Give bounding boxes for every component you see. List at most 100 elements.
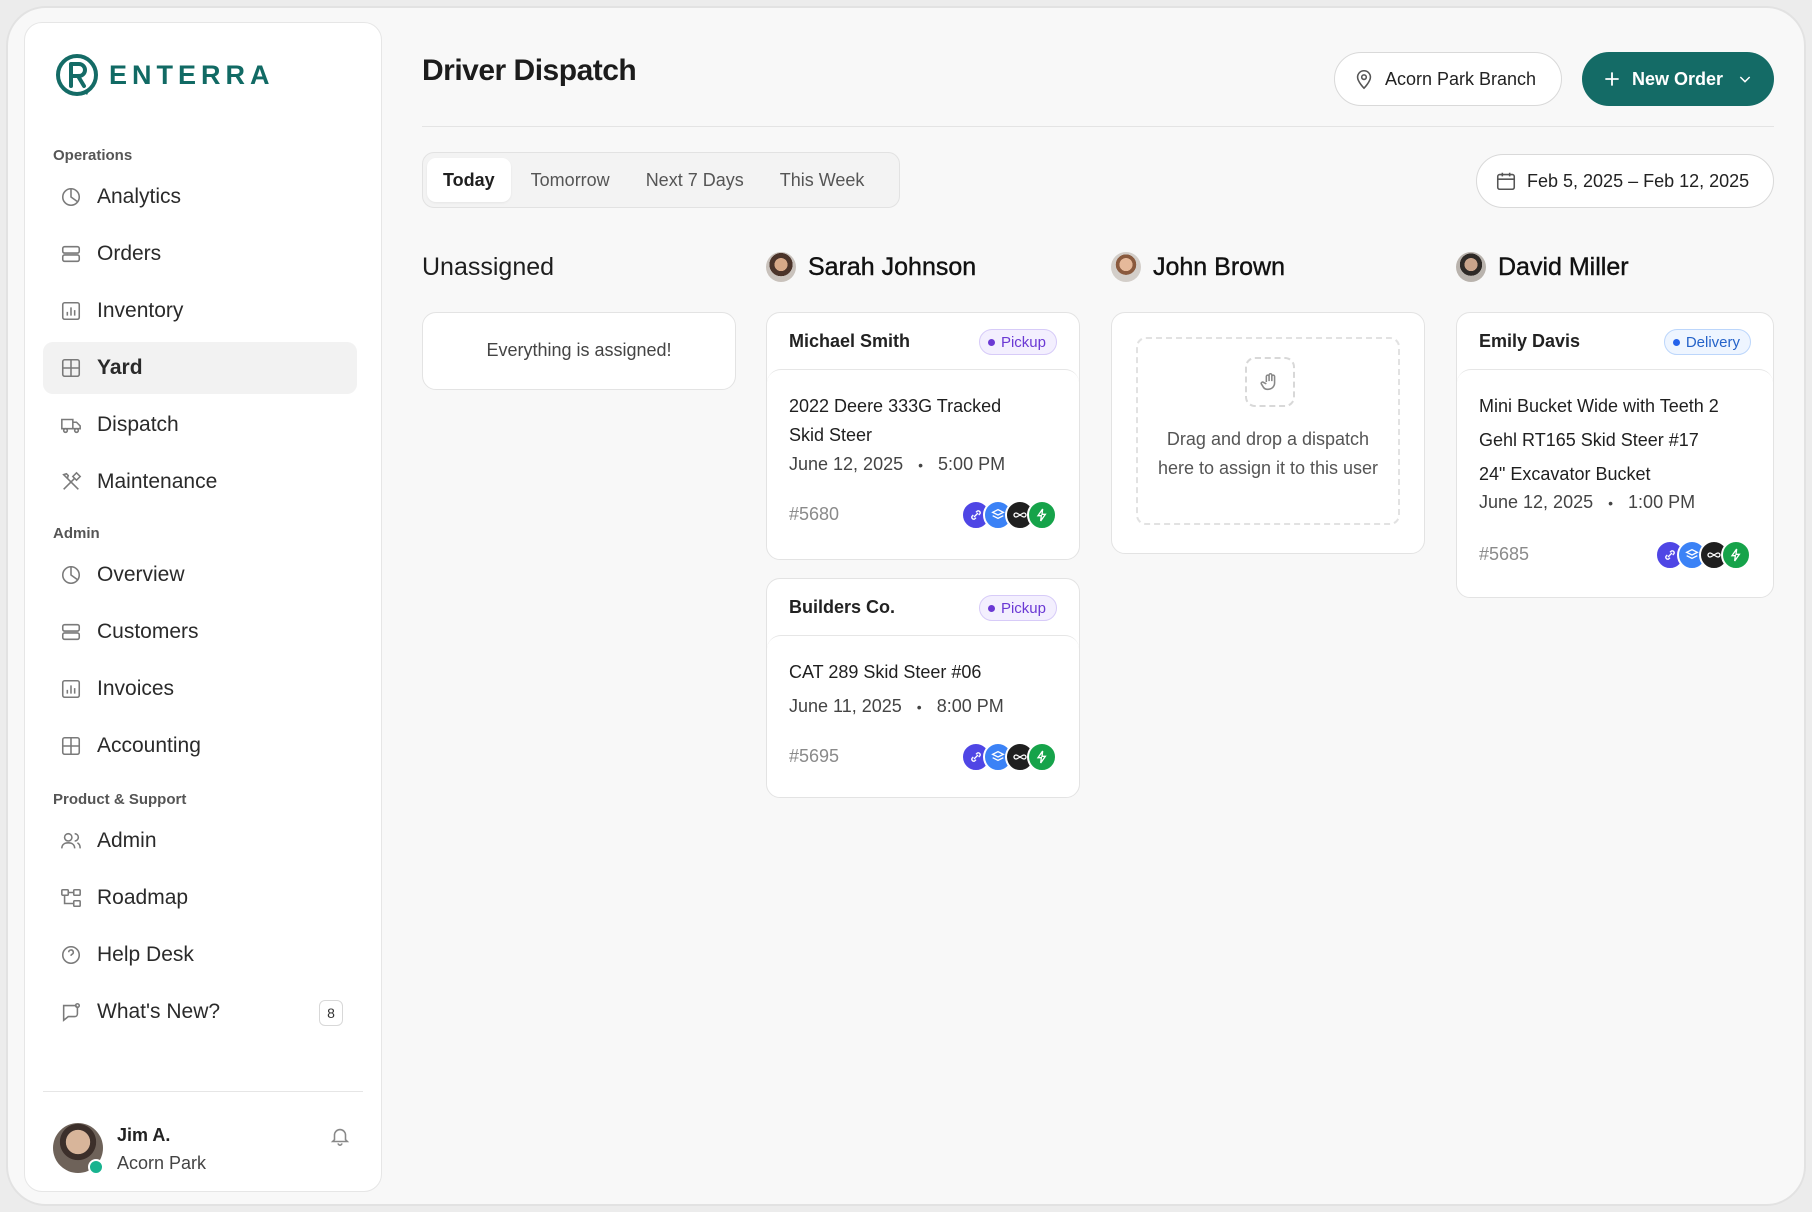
card-body: Mini Bucket Wide with Teeth 2 Gehl RT165…: [1457, 369, 1773, 597]
sidebar-item-customers[interactable]: Customers: [43, 606, 357, 658]
whats-new-count-badge: 8: [319, 1000, 343, 1026]
page-title: Driver Dispatch: [422, 54, 637, 87]
column-header-sarah-johnson: Sarah Johnson: [766, 250, 976, 284]
avatar: [1456, 252, 1486, 282]
bell-icon[interactable]: [329, 1125, 353, 1149]
header-divider: [422, 126, 1774, 127]
chat-icon: [59, 1000, 83, 1024]
badge-dot: [987, 604, 995, 612]
date-filter-tabs: Today Tomorrow Next 7 Days This Week: [422, 152, 900, 208]
map-pin-icon: [1356, 69, 1372, 90]
dispatch-card[interactable]: Emily Davis Delivery Mini Bucket Wide wi…: [1456, 312, 1774, 598]
app-window: ENTERRA Operations Analytics Orders Inve…: [6, 6, 1806, 1206]
rows-icon: [59, 620, 83, 644]
date-range-picker[interactable]: Feb 5, 2025 – Feb 12, 2025: [1476, 154, 1774, 208]
sidebar-item-label: Customers: [97, 620, 199, 643]
badge-dot: [987, 338, 995, 346]
customer-name: Builders Co.: [789, 597, 896, 617]
scheduled-time: June 11, 2025 • 8:00 PM: [789, 696, 1004, 717]
section-label-operations: Operations: [53, 147, 133, 164]
separator-dot: •: [1608, 495, 1614, 511]
card-header: Builders Co. Pickup: [767, 579, 1079, 635]
sidebar-item-yard[interactable]: Yard: [43, 342, 357, 394]
scheduled-date: June 11, 2025: [789, 696, 902, 716]
section-label-product-support: Product & Support: [53, 791, 187, 808]
order-number: #5680: [789, 504, 840, 524]
enterra-logo-icon: [56, 54, 98, 96]
plus-icon: [1605, 72, 1619, 86]
sidebar-item-label: Admin: [97, 829, 157, 852]
card-body: CAT 289 Skid Steer #06 June 11, 2025 • 8…: [767, 635, 1079, 797]
new-order-button[interactable]: New Order: [1582, 52, 1774, 106]
badge-label: Delivery: [1685, 333, 1740, 351]
dispatch-card[interactable]: Builders Co. Pickup CAT 289 Skid Steer #…: [766, 578, 1080, 798]
equipment-line: 2022 Deere 333G Tracked: [789, 396, 1002, 416]
sidebar-item-label: Maintenance: [97, 470, 218, 493]
sidebar-item-label: Help Desk: [97, 943, 194, 966]
badge-dot: [1672, 338, 1680, 346]
brand-logo[interactable]: ENTERRA: [53, 51, 275, 99]
scheduled-date: June 12, 2025: [1479, 492, 1594, 512]
empty-message: Everything is assigned!: [486, 340, 672, 360]
sidebar-item-label: Invoices: [97, 677, 175, 700]
integration-icons: [1655, 540, 1751, 570]
sidebar-item-whats-new[interactable]: What's New? 8: [43, 986, 357, 1038]
brand-name: ENTERRA: [109, 59, 275, 90]
branch-label: Acorn Park Branch: [1385, 68, 1537, 89]
drop-zone[interactable]: Drag and drop a dispatch here to assign …: [1136, 337, 1400, 525]
order-number: #5685: [1479, 544, 1530, 564]
avatar: [766, 252, 796, 282]
scheduled-time: June 12, 2025 • 5:00 PM: [789, 454, 1005, 475]
tab-next-7-days[interactable]: Next 7 Days: [630, 158, 760, 202]
users-icon: [59, 829, 83, 853]
pie-chart-icon: [59, 185, 83, 209]
sidebar-item-label: Roadmap: [97, 886, 189, 909]
sidebar-item-invoices[interactable]: Invoices: [43, 663, 357, 715]
column-title: Unassigned: [422, 252, 555, 281]
scheduled-hour: 5:00 PM: [938, 454, 1006, 474]
tab-today[interactable]: Today: [427, 158, 511, 202]
date-range-label: Feb 5, 2025 – Feb 12, 2025: [1527, 170, 1750, 191]
bolt-icon: [1027, 500, 1057, 530]
sidebar-item-roadmap[interactable]: Roadmap: [43, 872, 357, 924]
card-header: Emily Davis Delivery: [1457, 313, 1773, 369]
equipment-line: 24" Excavator Bucket: [1479, 464, 1651, 484]
sidebar-divider: [43, 1091, 363, 1092]
tab-this-week[interactable]: This Week: [764, 158, 881, 202]
sidebar-item-overview[interactable]: Overview: [43, 549, 357, 601]
drop-zone-card[interactable]: Drag and drop a dispatch here to assign …: [1111, 312, 1425, 554]
status-badge: Pickup: [978, 595, 1057, 621]
equipment-line: Skid Steer: [789, 425, 873, 445]
sidebar-item-accounting[interactable]: Accounting: [43, 720, 357, 772]
column-header-unassigned: Unassigned: [422, 250, 554, 284]
sidebar-item-help-desk[interactable]: Help Desk: [43, 929, 357, 981]
scheduled-time: June 12, 2025 • 1:00 PM: [1479, 492, 1695, 513]
status-badge: Pickup: [978, 329, 1057, 355]
grid-icon: [59, 356, 83, 380]
sidebar-item-inventory[interactable]: Inventory: [43, 285, 357, 337]
dispatch-card[interactable]: Michael Smith Pickup 2022 Deere 333G Tra…: [766, 312, 1080, 560]
sidebar-item-dispatch[interactable]: Dispatch: [43, 399, 357, 451]
sidebar-item-label: Yard: [97, 356, 143, 379]
user-profile[interactable]: Jim A. Acorn Park: [53, 1123, 353, 1179]
sidebar-item-maintenance[interactable]: Maintenance: [43, 456, 357, 508]
sidebar-item-analytics[interactable]: Analytics: [43, 171, 357, 223]
roadmap-icon: [59, 886, 83, 910]
sidebar-item-label: Orders: [97, 242, 162, 265]
card-header: Michael Smith Pickup: [767, 313, 1079, 369]
sidebar-item-admin[interactable]: Admin: [43, 815, 357, 867]
branch-selector-button[interactable]: Acorn Park Branch: [1334, 52, 1562, 106]
equipment-line: CAT 289 Skid Steer #06: [789, 662, 982, 682]
bar-chart-icon: [59, 677, 83, 701]
sidebar-item-label: What's New?: [97, 1000, 221, 1023]
equipment-line: Gehl RT165 Skid Steer #17: [1479, 430, 1699, 450]
user-location: Acorn Park: [117, 1153, 207, 1173]
badge-label: Pickup: [1000, 333, 1046, 351]
card-body: 2022 Deere 333G Tracked Skid Steer June …: [767, 369, 1079, 559]
tab-tomorrow[interactable]: Tomorrow: [515, 158, 626, 202]
sidebar-item-orders[interactable]: Orders: [43, 228, 357, 280]
truck-icon: [59, 413, 83, 437]
scheduled-hour: 1:00 PM: [1628, 492, 1696, 512]
new-order-label: New Order: [1632, 68, 1724, 89]
chevron-down-icon: [1739, 76, 1751, 83]
